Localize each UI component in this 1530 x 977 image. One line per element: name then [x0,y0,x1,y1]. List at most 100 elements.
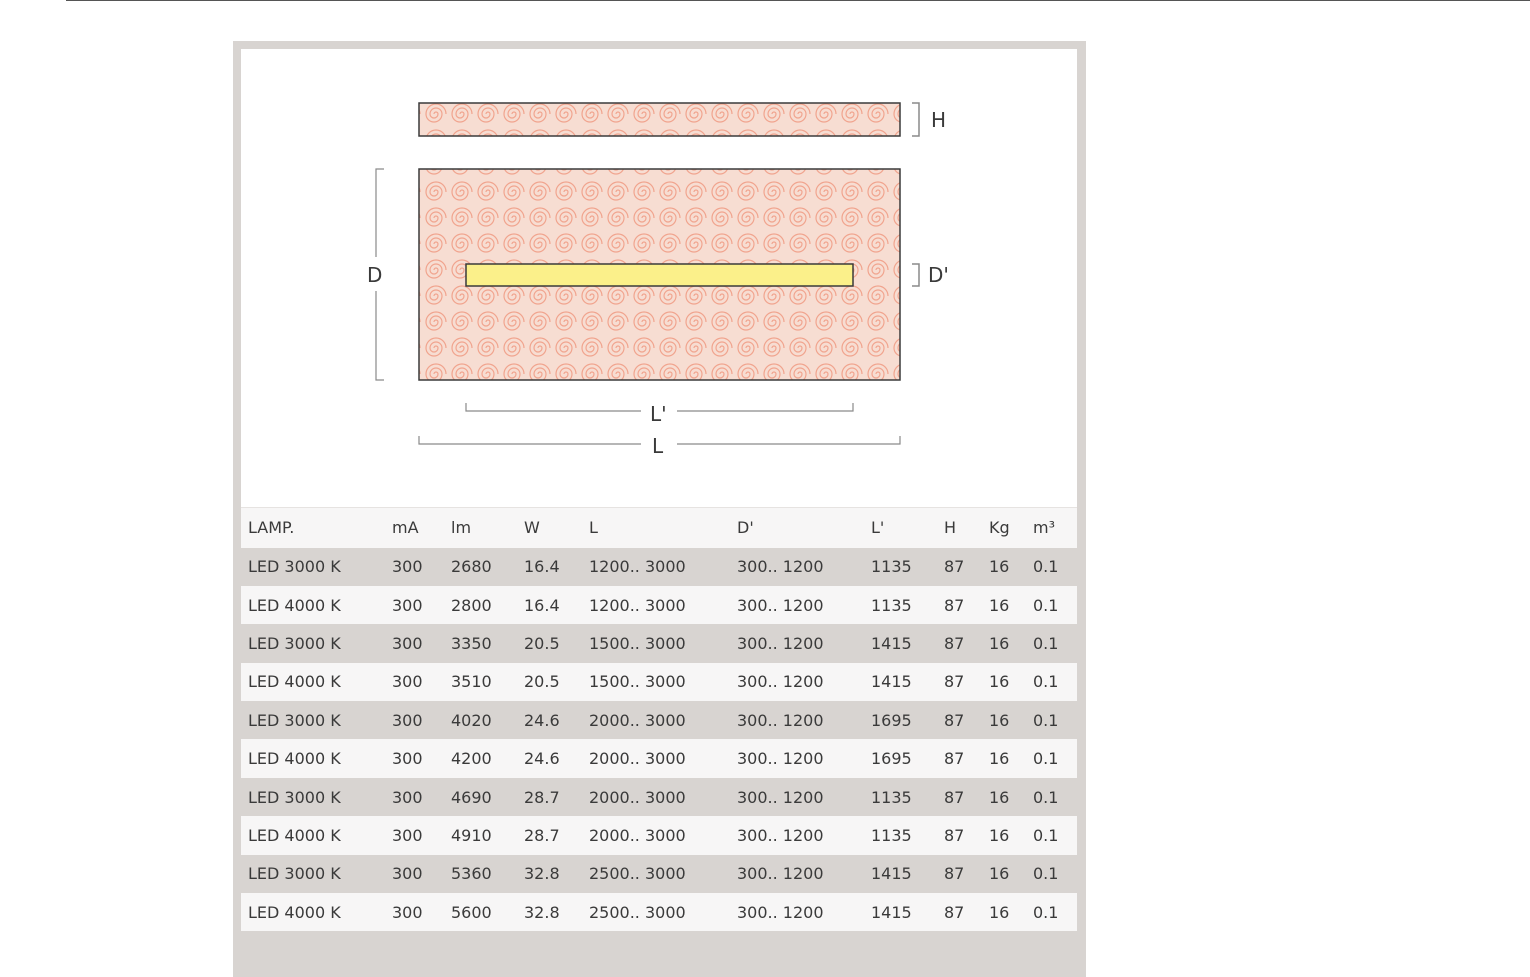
cell-w: 16.4 [524,595,560,615]
cell-ma: 300 [392,672,423,692]
header-h: H [944,518,957,538]
cell-l-prime: 1415 [871,864,912,884]
cell-l-prime: 1135 [871,557,912,577]
height-bracket [912,102,920,137]
depth-label: D [367,263,382,287]
table-row: LED 3000 K 300 3350 20.5 1500.. 3000 300.. 12… [241,624,1077,663]
table-row: LED 4000 K 300 2800 16.4 1200.. 3000 300.. 12… [241,585,1077,625]
cell-h: 87 [944,710,965,730]
header-lm: lm [451,518,472,538]
cell-lm: 4910 [451,825,492,845]
cell-kg: 16 [989,595,1010,615]
cell-kg: 16 [989,787,1010,807]
cell-h: 87 [944,825,965,845]
cell-l: 1500.. 3000 [589,633,686,653]
table-row: LED 4000 K 300 3510 20.5 1500.. 3000 300.. 12… [241,662,1077,702]
cell-l: 2500.. 3000 [589,864,686,884]
header-l: L [589,518,598,538]
cell-lamp: LED 4000 K [248,595,341,615]
led-strip [465,263,854,287]
cell-l-prime: 1695 [871,749,912,769]
table-row: LED 4000 K 300 4200 24.6 2000.. 3000 300.. 12… [241,739,1077,778]
cell-ma: 300 [392,633,423,653]
cell-l-prime: 1415 [871,672,912,692]
cell-m3: 0.1 [1033,633,1059,653]
table-row: LED 3000 K 300 2680 16.4 1200.. 3000 300.. 12… [241,547,1077,586]
cell-ma: 300 [392,595,423,615]
cell-h: 87 [944,595,965,615]
cell-l-prime: 1695 [871,710,912,730]
cell-ma: 300 [392,557,423,577]
header-kg: Kg [989,518,1010,538]
cell-lamp: LED 4000 K [248,825,341,845]
cell-h: 87 [944,672,965,692]
table-row: LED 3000 K 300 4690 28.7 2000.. 3000 300.. 12… [241,777,1077,817]
cell-d-prime: 300.. 1200 [737,557,824,577]
cell-l: 2500.. 3000 [589,902,686,922]
cell-d-prime: 300.. 1200 [737,633,824,653]
cell-lm: 5360 [451,864,492,884]
cell-ma: 300 [392,864,423,884]
header-ma: mA [392,518,419,538]
cell-l: 2000.. 3000 [589,825,686,845]
cell-w: 16.4 [524,557,560,577]
panel-top-view [418,102,901,137]
cell-l-prime: 1415 [871,633,912,653]
header-lamp: LAMP. [248,518,295,538]
cell-h: 87 [944,633,965,653]
cell-lamp: LED 3000 K [248,864,341,884]
cell-d-prime: 300.. 1200 [737,672,824,692]
cell-d-prime: 300.. 1200 [737,749,824,769]
cell-kg: 16 [989,864,1010,884]
cell-d-prime: 300.. 1200 [737,825,824,845]
cell-l-prime: 1135 [871,595,912,615]
cell-lm: 3350 [451,633,492,653]
cell-lamp: LED 3000 K [248,633,341,653]
cell-d-prime: 300.. 1200 [737,710,824,730]
led-depth-label: D' [928,263,949,287]
cell-lm: 2800 [451,595,492,615]
cell-h: 87 [944,902,965,922]
cell-lamp: LED 3000 K [248,787,341,807]
cell-lamp: LED 3000 K [248,557,341,577]
cell-l: 1200.. 3000 [589,557,686,577]
spec-table: LAMP. mA lm W L D' L' H Kg m³ LED 3000 K… [241,507,1077,932]
cell-lamp: LED 4000 K [248,902,341,922]
cell-l-prime: 1135 [871,787,912,807]
spec-table-body: LED 3000 K 300 2680 16.4 1200.. 3000 300.. 12… [241,547,1077,932]
cell-h: 87 [944,557,965,577]
header-w: W [524,518,540,538]
cell-m3: 0.1 [1033,672,1059,692]
header-row: LAMP. mA lm W L D' L' H Kg m³ [241,507,1077,548]
spec-table-header: LAMP. mA lm W L D' L' H Kg m³ [241,507,1077,548]
cell-m3: 0.1 [1033,595,1059,615]
led-depth-bracket [912,263,920,287]
cell-ma: 300 [392,902,423,922]
cell-kg: 16 [989,672,1010,692]
cell-lm: 3510 [451,672,492,692]
cell-m3: 0.1 [1033,864,1059,884]
cell-lamp: LED 3000 K [248,710,341,730]
cell-lm: 4020 [451,710,492,730]
cell-lamp: LED 4000 K [248,749,341,769]
cell-h: 87 [944,787,965,807]
cell-kg: 16 [989,633,1010,653]
cell-h: 87 [944,749,965,769]
cell-l-prime: 1135 [871,825,912,845]
cell-w: 32.8 [524,864,560,884]
cell-h: 87 [944,864,965,884]
cell-d-prime: 300.. 1200 [737,902,824,922]
cell-m3: 0.1 [1033,749,1059,769]
cell-lm: 4690 [451,787,492,807]
cell-ma: 300 [392,825,423,845]
cell-m3: 0.1 [1033,825,1059,845]
cell-kg: 16 [989,710,1010,730]
led-length-label: L' [650,402,667,426]
cell-kg: 16 [989,902,1010,922]
cell-lm: 4200 [451,749,492,769]
cell-d-prime: 300.. 1200 [737,864,824,884]
cell-kg: 16 [989,825,1010,845]
cell-ma: 300 [392,710,423,730]
cell-w: 24.6 [524,710,560,730]
cell-lamp: LED 4000 K [248,672,341,692]
